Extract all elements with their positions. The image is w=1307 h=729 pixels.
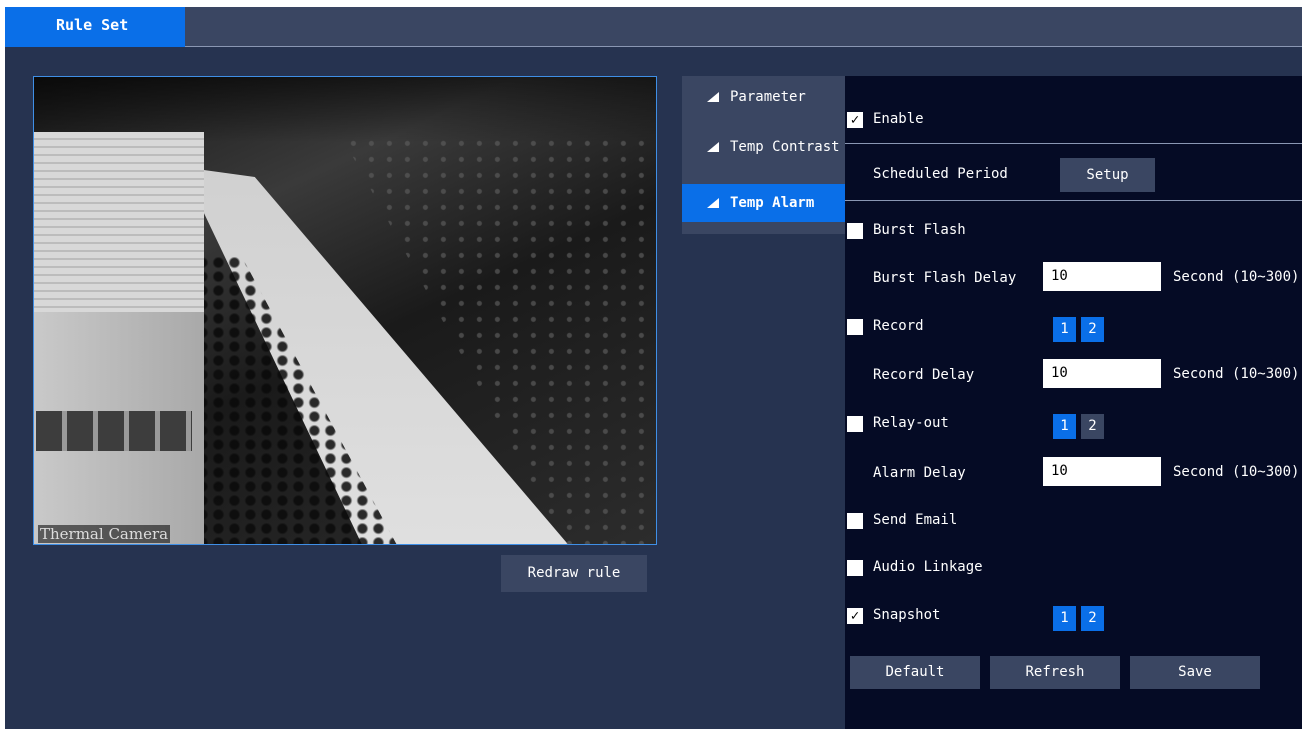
- triangle-icon: [707, 198, 719, 208]
- relay-out-channel-1[interactable]: 1: [1053, 414, 1076, 439]
- enable-label: Enable: [873, 111, 924, 127]
- alarm-delay-unit: Second (10~300): [1173, 464, 1300, 480]
- relay-out-label: Relay-out: [873, 415, 949, 431]
- nav-item-temp-alarm[interactable]: Temp Alarm: [682, 184, 845, 222]
- snapshot-label: Snapshot: [873, 607, 941, 623]
- alarm-delay-label: Alarm Delay: [873, 465, 966, 481]
- enable-checkbox[interactable]: ✓: [847, 112, 863, 128]
- triangle-icon: [707, 92, 719, 102]
- tab-rule-set[interactable]: Rule Set: [5, 7, 185, 47]
- redraw-rule-button[interactable]: Redraw rule: [501, 555, 647, 592]
- audio-linkage-label: Audio Linkage: [873, 559, 983, 575]
- snapshot-channel-1[interactable]: 1: [1053, 606, 1076, 631]
- record-label: Record: [873, 318, 924, 334]
- relay-out-checkbox[interactable]: [847, 416, 863, 432]
- audio-linkage-checkbox[interactable]: [847, 560, 863, 576]
- record-delay-unit: Second (10~300): [1173, 366, 1300, 382]
- burst-flash-delay-label: Burst Flash Delay: [873, 270, 1017, 286]
- burst-flash-delay-unit: Second (10~300): [1173, 269, 1300, 285]
- default-button[interactable]: Default: [850, 656, 980, 689]
- building-roof: [34, 132, 204, 312]
- building-windows: [36, 411, 192, 451]
- send-email-checkbox[interactable]: [847, 513, 863, 529]
- rule-set-page: Rule Set Thermal Camera Redraw rule Para…: [5, 7, 1302, 729]
- record-channel-1[interactable]: 1: [1053, 317, 1076, 342]
- nav-item-label: Parameter: [730, 89, 806, 105]
- burst-flash-checkbox[interactable]: [847, 223, 863, 239]
- send-email-label: Send Email: [873, 512, 958, 528]
- relay-out-channel-2[interactable]: 2: [1081, 414, 1104, 439]
- setup-button[interactable]: Setup: [1060, 158, 1155, 192]
- save-button[interactable]: Save: [1130, 656, 1260, 689]
- triangle-icon: [707, 142, 719, 152]
- rule-sidenav: Parameter Temp Contrast Temp Alarm: [682, 76, 845, 234]
- refresh-button[interactable]: Refresh: [990, 656, 1120, 689]
- nav-item-parameter[interactable]: Parameter: [682, 78, 845, 116]
- nav-item-label: Temp Contrast: [730, 139, 840, 155]
- scheduled-period-label: Scheduled Period: [873, 166, 1008, 182]
- header-bar: Rule Set: [5, 7, 1302, 47]
- alarm-delay-input[interactable]: [1043, 457, 1161, 486]
- record-delay-input[interactable]: [1043, 359, 1161, 388]
- video-preview[interactable]: Thermal Camera: [33, 76, 657, 545]
- burst-flash-delay-input[interactable]: [1043, 262, 1161, 291]
- snapshot-checkbox[interactable]: ✓: [847, 608, 863, 624]
- divider: [845, 143, 1302, 144]
- nav-item-temp-contrast[interactable]: Temp Contrast: [682, 128, 845, 166]
- alarm-settings-panel: ✓ Enable Scheduled Period Setup Burst Fl…: [845, 76, 1302, 729]
- burst-flash-label: Burst Flash: [873, 222, 966, 238]
- nav-item-label: Temp Alarm: [730, 195, 815, 211]
- divider: [845, 200, 1302, 201]
- camera-overlay-label: Thermal Camera: [38, 525, 171, 543]
- record-channel-2[interactable]: 2: [1081, 317, 1104, 342]
- snapshot-channel-2[interactable]: 2: [1081, 606, 1104, 631]
- record-delay-label: Record Delay: [873, 367, 975, 383]
- record-checkbox[interactable]: [847, 319, 863, 335]
